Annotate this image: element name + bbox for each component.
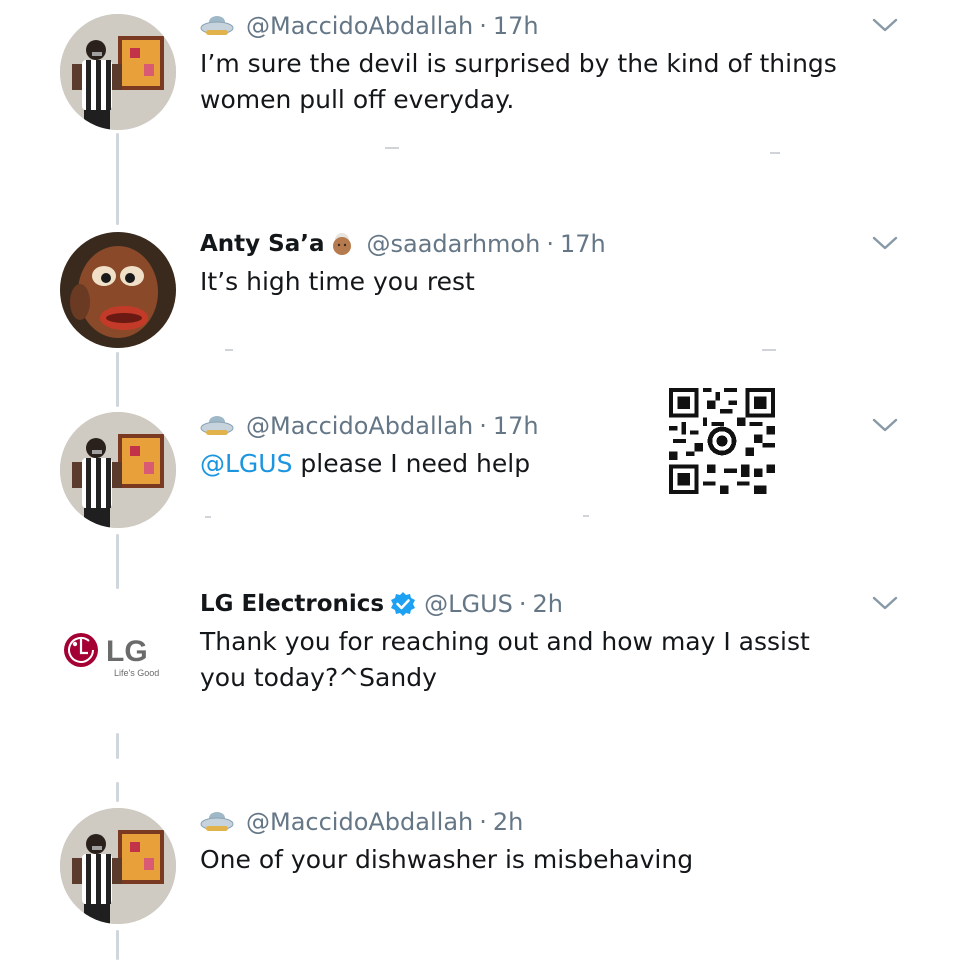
tweet-text: One of your dishwasher is misbehaving [200,845,694,874]
image-speck [770,152,780,154]
separator-dot: · [479,808,487,836]
thread-connector-line [116,930,119,960]
old-woman-emoji-icon [329,231,355,257]
tweet-handle[interactable]: @LGUS [424,590,513,618]
tweet-text: It’s high time you rest [200,267,475,296]
chevron-down-icon[interactable] [870,414,900,436]
ufo-emoji-icon [200,412,234,440]
tweet-handle[interactable]: @MaccidoAbdallah [246,12,473,40]
mention-link[interactable]: @LGUS [200,449,292,478]
tweet-timestamp[interactable]: 17h [560,230,606,258]
tweet-timestamp[interactable]: 2h [493,808,523,836]
lg-logo-text: LG [106,635,148,668]
tweet-timestamp[interactable]: 17h [493,12,539,40]
conversation-thread: @MaccidoAbdallah · 17h I’m sure the devi… [0,0,960,960]
user-avatar-photo[interactable] [60,808,176,924]
chevron-down-icon[interactable] [870,232,900,254]
whatsapp-qr-code [668,388,776,494]
tweet-text: Thank you for reaching out and how may I… [200,627,810,692]
image-speck [385,147,399,149]
user-avatar-photo[interactable] [60,412,176,528]
thread-connector-line [116,352,119,407]
tweet-handle[interactable]: @saadarhmoh [367,230,541,258]
image-speck [583,515,589,517]
thread-connector-line [116,133,119,225]
separator-dot: · [546,230,554,258]
ufo-emoji-icon [200,808,234,836]
thread-connector-line [116,733,119,759]
user-avatar-photo[interactable] [60,14,176,130]
tweet-text-body: please I need help [292,449,531,478]
tweet-handle[interactable]: @MaccidoAbdallah [246,808,473,836]
tweet-text: @LGUS please I need help [200,446,920,482]
lg-logo[interactable]: LG Life's Good [62,630,174,690]
cartoon-fish-avatar[interactable] [60,232,176,348]
ufo-emoji-icon [200,12,234,40]
tweet-timestamp[interactable]: 17h [493,412,539,440]
chevron-down-icon[interactable] [870,592,900,614]
separator-dot: · [479,12,487,40]
lg-logo-tagline: Life's Good [114,668,159,678]
tweet-timestamp[interactable]: 2h [533,590,563,618]
display-name[interactable]: Anty Sa’a [200,231,325,257]
display-name[interactable]: LG Electronics [200,591,384,617]
thread-connector-line [116,782,119,802]
thread-connector-line [116,534,119,589]
chevron-down-icon[interactable] [870,14,900,36]
verified-badge-icon [390,591,416,617]
separator-dot: · [518,590,527,618]
separator-dot: · [479,412,487,440]
tweet-text: I’m sure the devil is surprised by the k… [200,49,837,114]
tweet-handle[interactable]: @MaccidoAbdallah [246,412,473,440]
image-speck [225,349,233,351]
image-speck [205,516,211,518]
image-speck [762,349,776,351]
